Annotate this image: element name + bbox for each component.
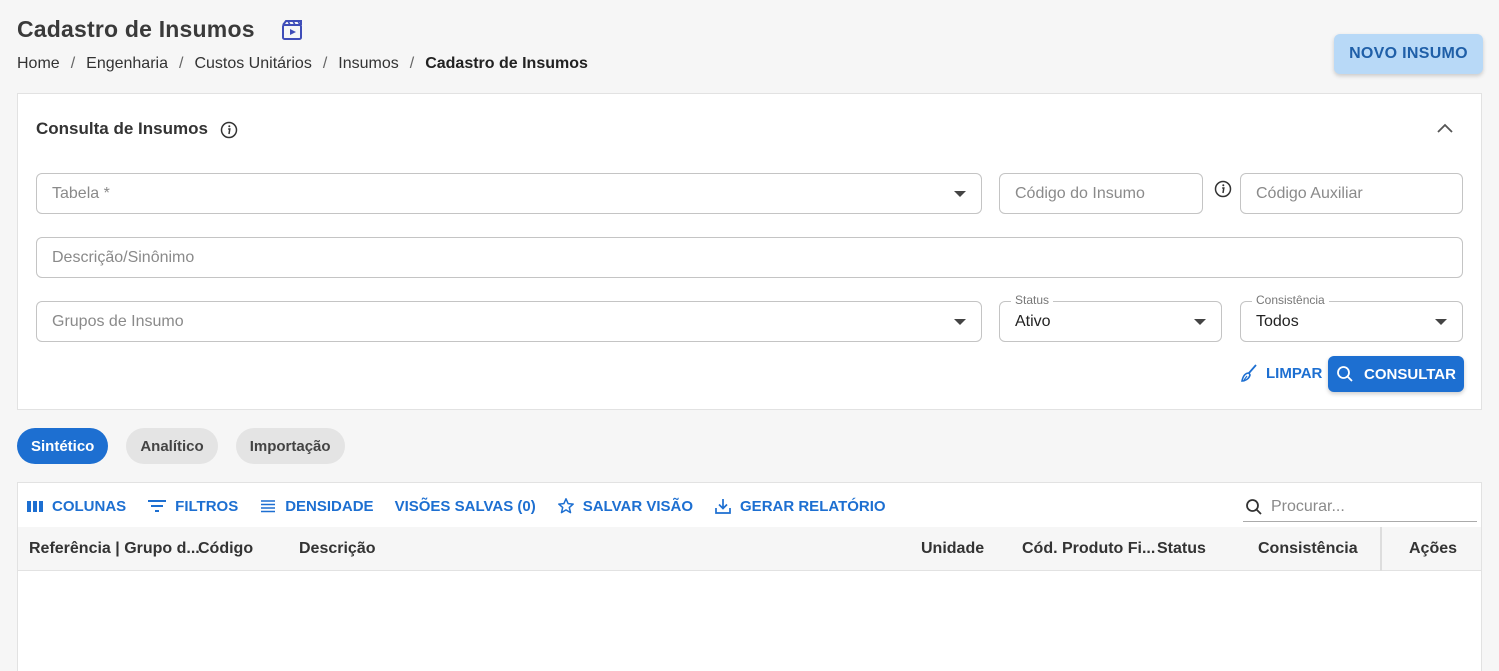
grupos-placeholder: Grupos de Insumo [52, 313, 184, 330]
clear-button[interactable]: LIMPAR [1240, 358, 1322, 388]
search-icon [1337, 366, 1353, 382]
saved-views-button-label: VISÕES SALVAS (0) [394, 497, 536, 515]
density-icon [261, 500, 276, 513]
saved-views-button[interactable]: VISÕES SALVAS (0) [395, 498, 536, 515]
columns-icon [27, 501, 43, 512]
info-icon[interactable] [220, 121, 238, 139]
save-view-button[interactable]: SALVAR VISÃO [557, 497, 693, 515]
density-button[interactable]: DENSIDADE [259, 497, 374, 515]
consistencia-select[interactable]: Consistência Todos [1240, 293, 1463, 342]
search-button-label: CONSULTAR [1364, 365, 1456, 383]
filter-icon [148, 500, 167, 512]
filter-panel-title: Consulta de Insumos [36, 119, 208, 138]
table-header: Referência | Grupo d... Código Descrição… [18, 527, 1481, 571]
breadcrumb-current: Cadastro de Insumos [425, 55, 588, 72]
chevron-up-icon[interactable] [1436, 121, 1454, 135]
columns-button-label: COLUNAS [52, 497, 127, 515]
descricao-input[interactable]: Descrição/Sinônimo [36, 237, 1463, 278]
grid-search-placeholder: Procurar... [1271, 497, 1345, 515]
column-header-acoes: Ações [1409, 540, 1458, 557]
caret-down-icon [1435, 319, 1447, 325]
report-button-label: GERAR RELATÓRIO [740, 497, 886, 515]
breadcrumb-home[interactable]: Home [17, 55, 60, 73]
status-select[interactable]: Status Ativo [999, 293, 1222, 342]
column-header-codigo[interactable]: Código [198, 540, 253, 558]
column-header-unidade[interactable]: Unidade [921, 540, 984, 558]
breadcrumb-separator: / [409, 55, 415, 72]
codigo-auxiliar-placeholder: Código Auxiliar [1256, 185, 1363, 202]
caret-down-icon [954, 191, 966, 197]
search-icon [1246, 498, 1262, 515]
tabela-select[interactable]: Tabela * [36, 173, 982, 214]
breadcrumb-insumos[interactable]: Insumos [338, 55, 398, 73]
column-separator [1380, 527, 1382, 571]
density-button-label: DENSIDADE [285, 497, 374, 515]
tab-analitico[interactable]: Analítico [126, 428, 218, 464]
breadcrumb-separator: / [70, 55, 76, 72]
download-icon [715, 499, 731, 514]
new-insumo-button[interactable]: NOVO INSUMO [1334, 34, 1483, 74]
breadcrumb-separator: / [178, 55, 184, 72]
grid-toolbar: COLUNAS FILTROS DENSIDADE VISÕES SALVAS … [26, 496, 907, 516]
columns-button[interactable]: COLUNAS [26, 498, 126, 515]
star-icon [557, 498, 574, 514]
breadcrumb-separator: / [322, 55, 328, 72]
breadcrumb-engenharia[interactable]: Engenharia [86, 55, 168, 73]
grid-search-input[interactable]: Procurar... [1243, 492, 1477, 522]
column-header-consistencia[interactable]: Consistência [1258, 540, 1358, 558]
status-value: Ativo [1015, 313, 1051, 330]
data-grid: COLUNAS FILTROS DENSIDADE VISÕES SALVAS … [17, 482, 1482, 671]
info-icon[interactable] [1214, 180, 1232, 198]
tab-sintetico[interactable]: Sintético [17, 428, 109, 464]
codigo-insumo-input[interactable]: Código do Insumo [999, 173, 1203, 214]
report-button[interactable]: GERAR RELATÓRIO [714, 497, 886, 515]
search-button[interactable]: CONSULTAR [1328, 356, 1464, 392]
filters-button[interactable]: FILTROS [147, 498, 238, 515]
codigo-auxiliar-input[interactable]: Código Auxiliar [1240, 173, 1463, 214]
status-label: Status [1011, 293, 1054, 307]
video-tutorial-icon[interactable] [281, 19, 303, 41]
clear-button-label: LIMPAR [1266, 364, 1323, 382]
breadcrumb: Home / Engenharia / Custos Unitários / I… [17, 55, 588, 73]
broom-icon [1241, 364, 1257, 382]
column-header-cod-produto[interactable]: Cód. Produto Fi... [1022, 540, 1155, 558]
filter-panel: Consulta de Insumos Tabela * Código do I… [17, 93, 1482, 410]
page-title: Cadastro de Insumos [17, 16, 255, 42]
consistencia-label: Consistência [1252, 293, 1329, 307]
save-view-button-label: SALVAR VISÃO [582, 497, 694, 515]
grupos-select[interactable]: Grupos de Insumo [36, 301, 982, 342]
breadcrumb-custos-unitarios[interactable]: Custos Unitários [194, 55, 311, 73]
caret-down-icon [1194, 319, 1206, 325]
caret-down-icon [954, 319, 966, 325]
descricao-placeholder: Descrição/Sinônimo [52, 249, 195, 266]
tabela-placeholder: Tabela * [52, 185, 110, 202]
column-header-descricao[interactable]: Descrição [299, 540, 376, 558]
tab-importacao[interactable]: Importação [235, 428, 345, 464]
codigo-insumo-placeholder: Código do Insumo [1015, 185, 1145, 202]
column-header-referencia[interactable]: Referência | Grupo d... [29, 540, 200, 558]
consistencia-value: Todos [1256, 313, 1299, 330]
column-header-status[interactable]: Status [1157, 540, 1206, 558]
view-tabs: Sintético Analítico Importação [17, 428, 345, 464]
filters-button-label: FILTROS [175, 497, 239, 515]
